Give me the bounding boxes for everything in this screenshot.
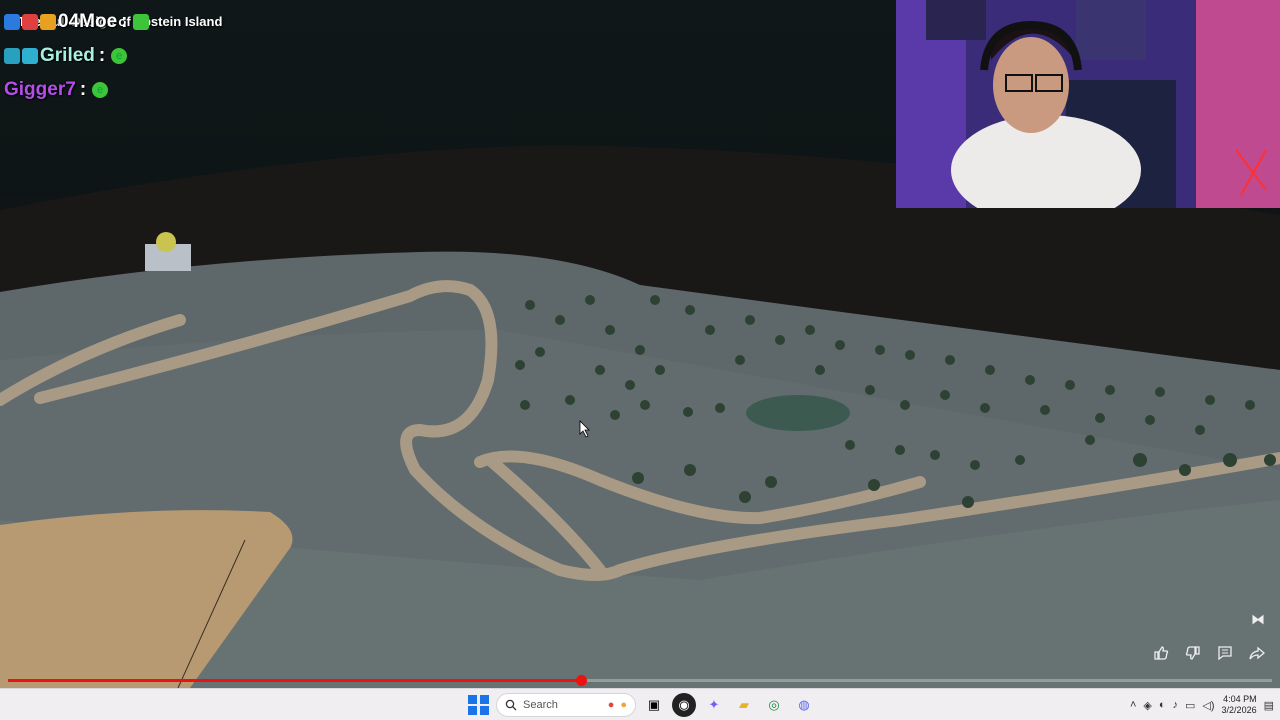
thumbs-up-icon[interactable] xyxy=(1148,640,1174,666)
chevron-up-icon[interactable]: ˄ xyxy=(1130,699,1136,711)
taskbar-search[interactable]: Search ● ● xyxy=(496,693,636,717)
webcam-overlay xyxy=(896,0,1280,208)
clock-date: 3/2/2026 xyxy=(1221,705,1257,715)
badge-icon xyxy=(4,14,20,30)
chat-username[interactable]: Gigger7 xyxy=(4,79,76,101)
chat-message: 04Moe : xyxy=(4,6,604,38)
file-explorer-icon[interactable]: ▰ xyxy=(732,693,756,717)
chat-separator: : xyxy=(121,11,128,32)
clock-time: 4:04 PM xyxy=(1223,694,1257,704)
comment-icon[interactable] xyxy=(1212,640,1238,666)
share-icon[interactable] xyxy=(1244,640,1270,666)
progress-scrubber[interactable] xyxy=(575,675,587,686)
webcam-feed xyxy=(896,0,1280,208)
logo-icon: ⧓ xyxy=(1251,611,1265,627)
notification-icon[interactable]: ▤ xyxy=(1264,699,1274,712)
windows-start-icon[interactable] xyxy=(466,693,490,717)
discord-icon[interactable]: ◍ xyxy=(792,693,816,717)
microphone-icon[interactable]: ♪ xyxy=(1173,699,1179,711)
tray-app-icon[interactable]: ◐ xyxy=(1159,699,1166,711)
badge-icon xyxy=(40,14,56,30)
badge-icon xyxy=(4,48,20,64)
search-icon xyxy=(505,699,517,711)
system-clock[interactable]: 4:04 PM 3/2/2026 xyxy=(1222,694,1257,716)
copilot-icon[interactable]: ✦ xyxy=(702,693,726,717)
chat-separator: : xyxy=(98,45,106,66)
progress-bar[interactable] xyxy=(8,675,1272,686)
screen: The Full Design of Epstein Island 04Moe … xyxy=(0,0,1280,720)
volume-icon[interactable]: ◁) xyxy=(1202,699,1214,712)
chrome-icon[interactable]: ◎ xyxy=(762,693,786,717)
video-actions xyxy=(1148,640,1270,666)
taskbar-apps: Search ● ● ▣ ◉ ✦ ▰ ◎ ◍ xyxy=(466,689,816,720)
search-placeholder: Search xyxy=(523,699,558,711)
search-highlight-icon: ● xyxy=(620,699,627,711)
chat-message: Griled : e xyxy=(4,40,604,72)
network-icon[interactable]: ▭ xyxy=(1185,699,1195,712)
badge-icon xyxy=(22,48,38,64)
progress-played xyxy=(8,679,581,682)
chat-message: Gigger7 : e xyxy=(4,74,604,106)
thumbs-down-icon[interactable] xyxy=(1180,640,1206,666)
stream-chat: 04Moe : Griled : e Gigger7 : e xyxy=(4,6,604,108)
badge-icon xyxy=(22,14,38,30)
chat-separator: : xyxy=(79,79,87,100)
app-icon[interactable]: ◉ xyxy=(672,693,696,717)
tray-app-icon[interactable]: ◈ xyxy=(1143,699,1151,712)
emote-icon: e xyxy=(111,48,128,64)
emote-icon: e xyxy=(92,82,109,98)
chat-username[interactable]: 04Moe xyxy=(58,11,117,33)
system-tray: ˄ ◈ ◐ ♪ ▭ ◁) 4:04 PM 3/2/2026 ▤ xyxy=(1130,689,1274,720)
search-highlight-icon: ● xyxy=(607,699,615,711)
windows-taskbar: Search ● ● ▣ ◉ ✦ ▰ ◎ ◍ ˄ ◈ ◐ ♪ ▭ ◁) 4:04… xyxy=(0,688,1280,720)
chat-username[interactable]: Griled xyxy=(40,45,95,67)
task-view-icon[interactable]: ▣ xyxy=(642,693,666,717)
emote-icon xyxy=(133,14,150,30)
video-player[interactable]: The Full Design of Epstein Island 04Moe … xyxy=(0,0,1280,688)
